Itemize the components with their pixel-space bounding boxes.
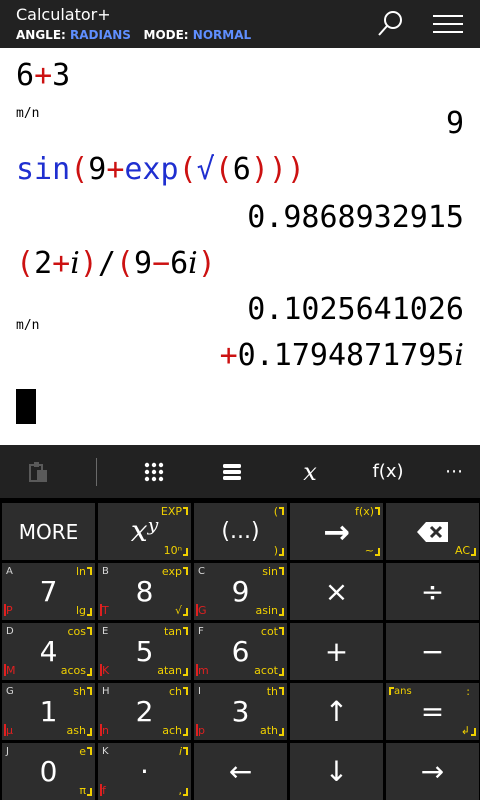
result-3-real[interactable]: 0.1025641026 bbox=[247, 292, 464, 327]
keypad-button[interactable] bbox=[132, 445, 176, 498]
keypad: MORE xʸ EXP 10ⁿ (...) ( ) → f(x) ~ AC 7 … bbox=[0, 498, 480, 800]
mode-value[interactable]: NORMAL bbox=[193, 28, 251, 42]
divide-key[interactable]: ÷ bbox=[386, 563, 479, 620]
decimal-point-key[interactable]: · K i , f bbox=[98, 743, 191, 800]
minus-key[interactable]: − bbox=[386, 623, 479, 680]
cursor-left-key[interactable]: ← bbox=[194, 743, 287, 800]
cursor-right-key[interactable]: → bbox=[386, 743, 479, 800]
mode-status-line: ANGLE: RADIANS MODE: NORMAL bbox=[16, 28, 251, 42]
multiply-key[interactable]: × bbox=[290, 563, 383, 620]
power-key[interactable]: xʸ EXP 10ⁿ bbox=[98, 503, 191, 560]
backspace-icon bbox=[416, 521, 448, 542]
key-2[interactable]: 2 H ch ach n bbox=[98, 683, 191, 740]
format-tag-1[interactable]: m/n bbox=[16, 106, 39, 121]
equals-key[interactable]: = ans : ↲ bbox=[386, 683, 479, 740]
cursor-down-key[interactable]: ↓ bbox=[290, 743, 383, 800]
input-cursor bbox=[16, 389, 36, 424]
variables-button[interactable]: x bbox=[288, 445, 332, 498]
format-tag-3[interactable]: m/n bbox=[16, 318, 39, 333]
history-list-button[interactable] bbox=[210, 445, 254, 498]
key-6[interactable]: 6 F cot acot m bbox=[194, 623, 287, 680]
toolbar: x f(x) ⋯ bbox=[0, 445, 480, 498]
angle-label: ANGLE: bbox=[16, 28, 66, 42]
store-arrow-key[interactable]: → f(x) ~ bbox=[290, 503, 383, 560]
clipboard-icon bbox=[29, 461, 47, 482]
backspace-key[interactable]: AC bbox=[386, 503, 479, 560]
expression-3[interactable]: (2+i)/(9−6i) bbox=[16, 246, 216, 281]
app-title: Calculator+ bbox=[16, 5, 111, 24]
toolbar-divider bbox=[96, 458, 97, 486]
result-1[interactable]: 9 bbox=[446, 106, 464, 141]
functions-button[interactable]: f(x) bbox=[362, 445, 414, 498]
key-0[interactable]: 0 J e π bbox=[2, 743, 95, 800]
keypad-grid-icon bbox=[144, 462, 164, 481]
key-1[interactable]: 1 G sh ash μ bbox=[2, 683, 95, 740]
key-8[interactable]: 8 B exp √ T bbox=[98, 563, 191, 620]
clipboard-button[interactable] bbox=[18, 445, 60, 498]
plus-key[interactable]: + bbox=[290, 623, 383, 680]
key-4[interactable]: 4 D cos acos M bbox=[2, 623, 95, 680]
result-3-imag[interactable]: +0.1794871795i bbox=[220, 338, 464, 373]
angle-value[interactable]: RADIANS bbox=[70, 28, 131, 42]
hamburger-menu-icon[interactable] bbox=[432, 8, 464, 40]
expression-1[interactable]: 6+3 bbox=[16, 58, 70, 93]
result-2[interactable]: 0.9868932915 bbox=[247, 200, 464, 235]
key-9[interactable]: 9 C sin asin G bbox=[194, 563, 287, 620]
cursor-up-key[interactable]: ↑ bbox=[290, 683, 383, 740]
list-icon bbox=[223, 463, 241, 480]
expression-2[interactable]: sin(9+exp(√(6))) bbox=[16, 152, 305, 187]
mode-label: MODE: bbox=[143, 28, 189, 42]
more-options-button[interactable]: ⋯ bbox=[434, 445, 474, 498]
search-icon[interactable] bbox=[374, 8, 406, 40]
parentheses-key[interactable]: (...) ( ) bbox=[194, 503, 287, 560]
calculation-display[interactable]: 6+3 m/n 9 sin(9+exp(√(6))) 0.9868932915 … bbox=[0, 48, 480, 445]
key-7[interactable]: 7 A ln lg P bbox=[2, 563, 95, 620]
app-header: Calculator+ ANGLE: RADIANS MODE: NORMAL bbox=[0, 0, 480, 48]
key-5[interactable]: 5 E tan atan K bbox=[98, 623, 191, 680]
key-3[interactable]: 3 I th ath p bbox=[194, 683, 287, 740]
more-key[interactable]: MORE bbox=[2, 503, 95, 560]
